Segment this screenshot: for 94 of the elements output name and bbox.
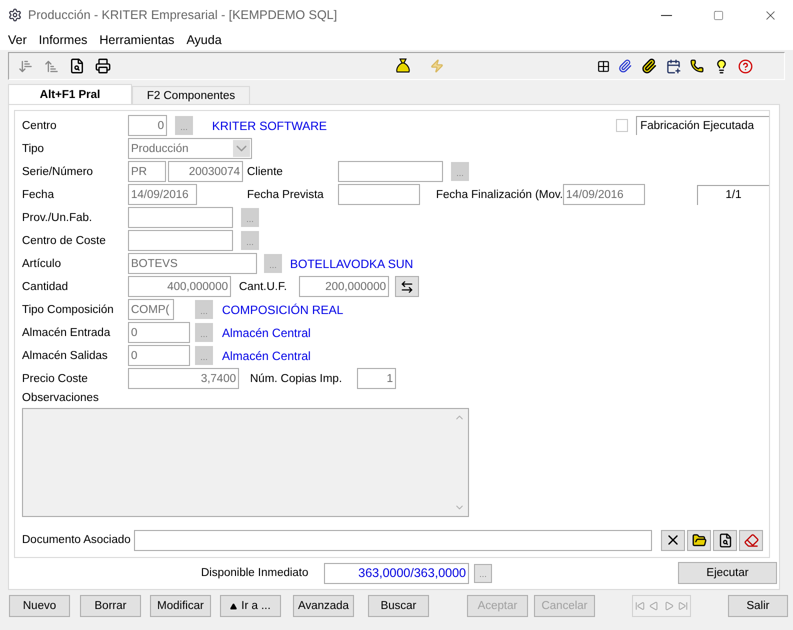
text-field[interactable]: 200,000000 <box>299 276 389 297</box>
tab[interactable]: F2 Componentes <box>132 86 250 104</box>
dropdown-chevron-icon <box>233 140 250 157</box>
action-button[interactable]: Nuevo <box>9 595 70 617</box>
field-label: Tipo Composición <box>22 304 115 316</box>
menu-item[interactable]: Informes <box>38 33 88 47</box>
money-bag-icon <box>395 58 411 74</box>
text-field[interactable]: 1 <box>357 368 396 389</box>
field-label: Precio Coste <box>22 372 89 384</box>
grid-icon <box>596 60 610 72</box>
field-label: Fecha Prevista <box>247 188 325 200</box>
paperclip-icon <box>641 58 657 74</box>
field-label: Centro de Coste <box>22 234 107 246</box>
previous-icon <box>649 601 660 611</box>
text-field[interactable]: 0 <box>128 322 190 343</box>
menu-item[interactable]: Ayuda <box>186 33 222 47</box>
text-field[interactable] <box>134 530 652 550</box>
field-label: Centro <box>22 120 58 132</box>
field-label: Almacén Entrada <box>22 326 112 338</box>
lightning-icon <box>430 59 444 73</box>
text-field[interactable] <box>128 207 233 228</box>
text-field[interactable]: 14/09/2016 <box>128 184 197 205</box>
next-icon <box>664 601 674 611</box>
folder-icon <box>692 532 706 548</box>
field-label: Tipo <box>22 142 45 154</box>
field-label: Cliente <box>247 166 284 178</box>
exit-button[interactable]: Salir <box>728 595 788 617</box>
field-label: Serie/Número <box>22 166 94 178</box>
first-icon <box>635 601 646 611</box>
menu-item[interactable]: Ver <box>8 33 27 47</box>
triangle-icon <box>230 602 238 610</box>
text-field[interactable]: 400,000000 <box>128 276 231 297</box>
arrows-icon <box>400 280 414 294</box>
minimize-icon <box>660 14 672 16</box>
preview-button[interactable] <box>713 530 737 550</box>
action-button[interactable]: Avanzada <box>293 595 354 617</box>
sort-down-icon <box>18 58 32 74</box>
field-label: Cant.U.F. <box>239 280 288 292</box>
lookup-button[interactable]: ... <box>474 564 492 582</box>
action-button[interactable]: Borrar <box>80 595 141 617</box>
text-field[interactable]: 3,7400 <box>128 368 239 389</box>
field-label: Núm. Copias Imp. <box>250 372 344 384</box>
field-label: Observaciones <box>22 392 99 404</box>
warehouse-name: Almacén Central <box>222 348 311 362</box>
action-button[interactable]: Modificar <box>150 595 211 617</box>
text-field[interactable] <box>338 184 420 205</box>
field-label: Documento Asociado <box>22 534 132 546</box>
text-field[interactable]: PR <box>128 161 166 182</box>
composition-name: COMPOSICIÓN REAL <box>222 302 344 316</box>
erase-button[interactable] <box>739 530 763 550</box>
text-field[interactable] <box>128 230 233 251</box>
sort-up-icon <box>44 58 58 74</box>
maximize-icon <box>712 10 724 20</box>
last-icon <box>678 601 688 611</box>
checkbox[interactable] <box>616 119 628 132</box>
action-button[interactable]: Buscar <box>368 595 429 617</box>
menu-item[interactable]: Herramientas <box>99 33 174 47</box>
field-label: Artículo <box>22 258 62 270</box>
calendar-plus-icon <box>666 58 680 74</box>
gear-icon <box>8 8 22 22</box>
field-label: Almacén Salidas <box>22 350 109 362</box>
field-label: Disponible Inmediato <box>201 567 310 579</box>
centro-name: KRITER SOFTWARE <box>212 118 327 132</box>
field-label: Fecha <box>22 188 55 200</box>
help-icon <box>738 58 752 74</box>
eraser-icon <box>744 532 758 548</box>
text-field[interactable]: BOTEVS <box>128 253 257 274</box>
checkbox-label: Fabricación Ejecutada <box>636 116 769 135</box>
preview-icon <box>69 58 85 74</box>
field-label: Fecha Finalización (Mov. <box>436 188 563 200</box>
open-button[interactable] <box>687 530 711 550</box>
text-field[interactable] <box>338 161 443 182</box>
execute-button[interactable]: Ejecutar <box>678 562 777 584</box>
field-label: Cantidad <box>22 280 70 292</box>
text-field[interactable]: 0 <box>128 115 167 136</box>
convert-button[interactable] <box>395 276 419 297</box>
preview-icon <box>718 532 732 548</box>
field-label: Prov./Un.Fab. <box>22 212 94 224</box>
article-name: BOTELLAVODKA SUN <box>290 256 414 270</box>
clear-button[interactable] <box>661 530 685 550</box>
window-title: Producción - KRITER Empresarial - [KEMPDEMO SQL] <box>28 8 338 22</box>
dropdown[interactable]: Producción <box>128 138 252 159</box>
text-field[interactable]: 14/09/2016 <box>562 184 645 205</box>
page-counter: 1/1 <box>696 184 769 204</box>
text-field[interactable]: COMP( <box>128 299 174 320</box>
text-field[interactable]: 0 <box>128 345 190 366</box>
warehouse-name: Almacén Central <box>222 326 311 340</box>
paperclip-icon <box>618 59 632 73</box>
phone-icon <box>690 59 704 73</box>
text-field[interactable]: 20030074 <box>168 161 243 182</box>
print-button[interactable] <box>93 56 113 76</box>
printer-icon <box>95 58 111 74</box>
tab[interactable]: Alt+F1 Pral <box>8 84 132 104</box>
action-button[interactable]: Ir a ... <box>220 595 281 617</box>
